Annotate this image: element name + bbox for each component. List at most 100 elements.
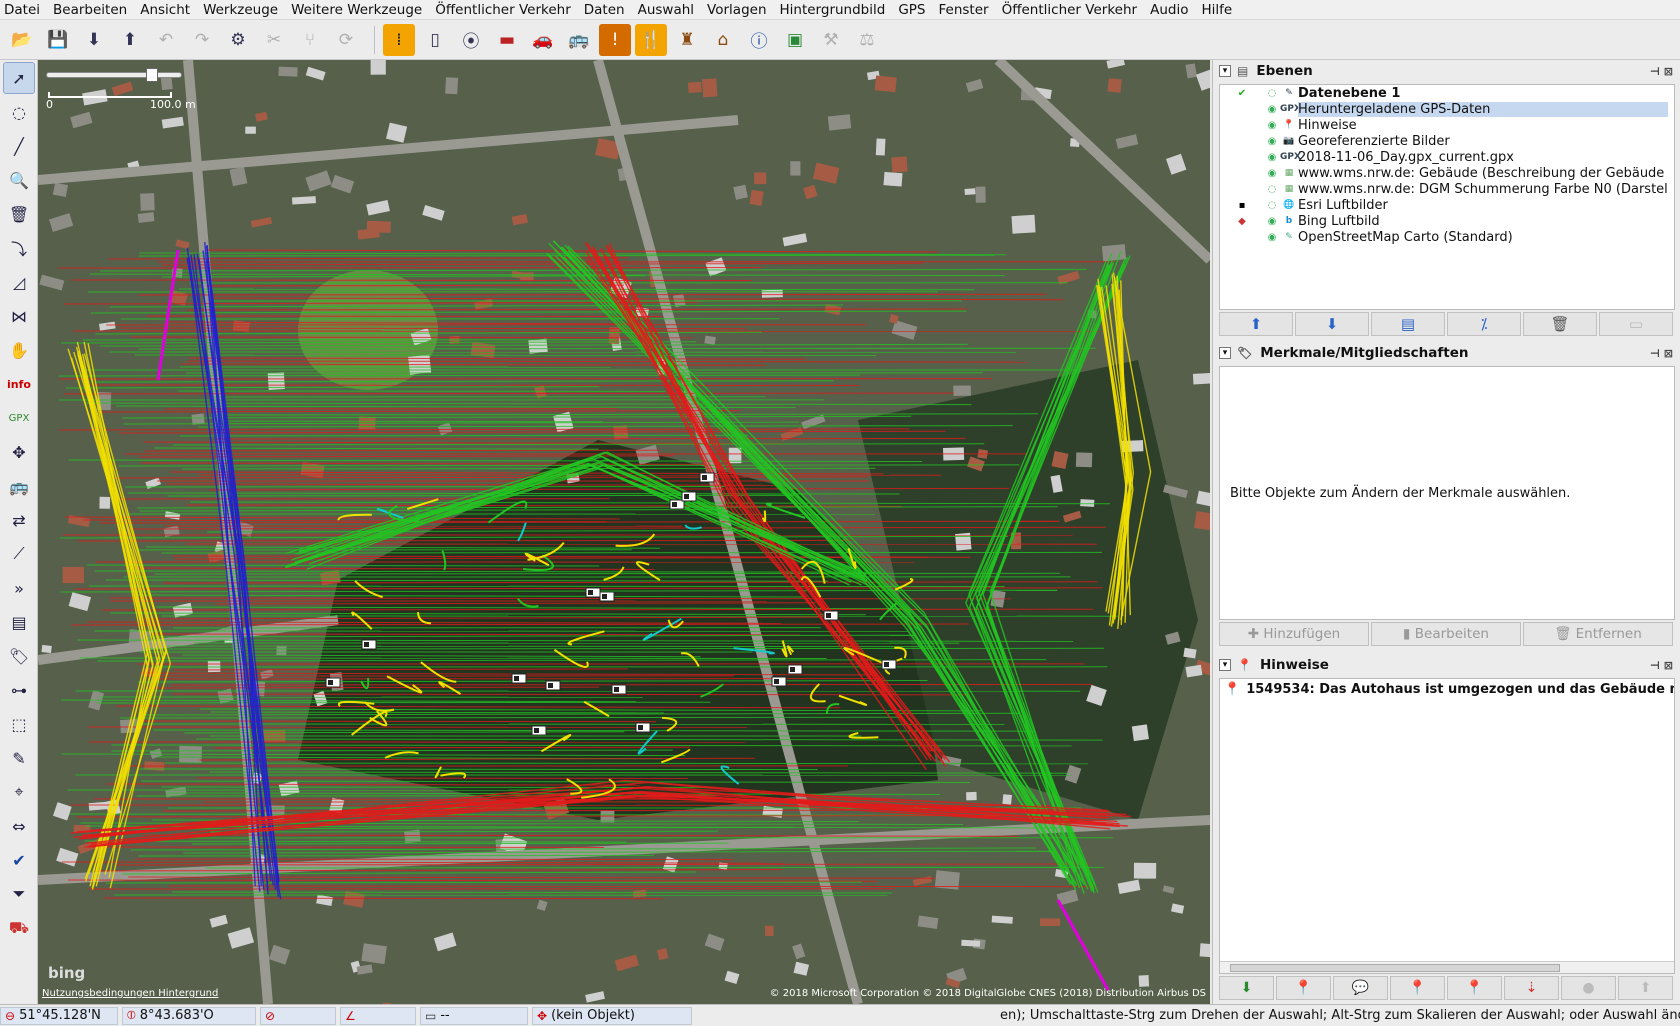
- notes-scrollbar[interactable]: [1220, 961, 1674, 973]
- delete-icon[interactable]: 🗑: [3, 198, 35, 230]
- info-sign-icon[interactable]: ⓘ: [743, 24, 775, 56]
- menu-ansicht[interactable]: Ansicht: [140, 2, 190, 18]
- zoom-icon[interactable]: 🔍: [3, 164, 35, 196]
- admin-icon[interactable]: ⚒: [815, 24, 847, 56]
- layer-row[interactable]: ◆ ◉ b Bing Luftbild: [1220, 213, 1674, 229]
- menu-oeffentlicher-verkehr-2[interactable]: Öffentlicher Verkehr: [1002, 2, 1138, 18]
- edit-tag-button[interactable]: ▮ Bearbeiten: [1371, 622, 1521, 646]
- menu-bearbeiten[interactable]: Bearbeiten: [53, 2, 127, 18]
- preferences-icon[interactable]: ⚙: [222, 24, 254, 56]
- collapse-icon[interactable]: ▾: [1219, 347, 1231, 359]
- undo-icon[interactable]: ↶: [150, 24, 182, 56]
- menu-hilfe[interactable]: Hilfe: [1201, 2, 1232, 18]
- visibility-icon[interactable]: ◌: [1264, 200, 1280, 211]
- conflict-icon[interactable]: ⇔: [3, 810, 35, 842]
- visibility-icon[interactable]: ◉: [1264, 232, 1280, 243]
- zoom-slider[interactable]: [46, 72, 182, 78]
- info-tool-icon[interactable]: info: [3, 368, 35, 400]
- warning-icon[interactable]: !: [599, 23, 631, 56]
- map-replace-icon[interactable]: ▣: [779, 24, 811, 56]
- save-icon[interactable]: 💾: [42, 24, 74, 56]
- dialog-icon[interactable]: ⌖: [3, 776, 35, 808]
- move-up-icon[interactable]: ⬆: [1219, 312, 1293, 336]
- menu-vorlagen[interactable]: Vorlagen: [707, 2, 766, 18]
- panel-controls-icon[interactable]: ⊣ ⊠: [1650, 347, 1673, 360]
- new-note-icon[interactable]: 📍: [1276, 976, 1331, 1000]
- visibility-icon[interactable]: ◉: [1264, 168, 1280, 179]
- split-icon[interactable]: ⤵: [3, 232, 35, 264]
- menu-audio[interactable]: Audio: [1150, 2, 1188, 18]
- validation-icon[interactable]: ✔: [3, 844, 35, 876]
- visibility-icon[interactable]: ◉: [1264, 136, 1280, 147]
- terms-link[interactable]: Nutzungsbedingungen Hintergrund: [42, 988, 218, 999]
- layers-toggle-icon[interactable]: ▤: [3, 606, 35, 638]
- activate-layer-icon[interactable]: ▤: [1371, 312, 1445, 336]
- visibility-icon[interactable]: ◉: [1264, 120, 1280, 131]
- download-icon[interactable]: ⬇: [78, 24, 110, 56]
- layer-row[interactable]: ✔ ◌ ✎ Datenebene 1: [1220, 85, 1674, 101]
- visibility-icon[interactable]: ◉: [1264, 216, 1280, 227]
- open-browser-icon[interactable]: ●: [1561, 976, 1616, 1000]
- reopen-note-icon[interactable]: 📍: [1447, 976, 1502, 1000]
- menu-oeffentlicher-verkehr[interactable]: Öffentlicher Verkehr: [435, 2, 571, 18]
- filter-alt-icon[interactable]: ⛟: [3, 912, 35, 944]
- visibility-icon[interactable]: ◉: [1264, 104, 1280, 115]
- car-icon[interactable]: 🚗: [527, 24, 559, 56]
- more-tools-icon[interactable]: »: [3, 572, 35, 604]
- menu-hintergrundbild[interactable]: Hintergrundbild: [780, 2, 886, 18]
- notes-scroll-thumb[interactable]: [1230, 964, 1560, 972]
- remove-tag-button[interactable]: 🗑 Entfernen: [1523, 622, 1673, 646]
- map-view[interactable]: 0 100.0 m bing Nutzungsbedingungen Hinte…: [38, 60, 1210, 1004]
- menu-auswahl[interactable]: Auswahl: [638, 2, 694, 18]
- history-icon[interactable]: ✎: [3, 742, 35, 774]
- railway-icon[interactable]: ▯: [419, 24, 451, 56]
- filter-icon[interactable]: ⏷: [3, 878, 35, 910]
- traffic-light-icon[interactable]: ⦿: [455, 24, 487, 56]
- steps-icon[interactable]: ⚖: [851, 24, 883, 56]
- gpx-tool-icon[interactable]: GPX: [3, 402, 35, 434]
- industrial-icon[interactable]: ⌂: [707, 24, 739, 56]
- select-icon[interactable]: ➚: [3, 62, 35, 94]
- split-way-icon[interactable]: ⑂: [294, 24, 326, 56]
- note-item[interactable]: 📍 1549534: Das Autohaus ist umgezogen un…: [1220, 679, 1674, 699]
- comment-note-icon[interactable]: 💬: [1333, 976, 1388, 1000]
- visibility-icon[interactable]: ◌: [1264, 88, 1280, 99]
- map-canvas[interactable]: [38, 60, 1210, 1004]
- visibility-icon[interactable]: ◌: [1264, 184, 1280, 195]
- delete-layer-icon[interactable]: 🗑: [1523, 312, 1597, 336]
- refresh-icon[interactable]: ⟳: [330, 24, 362, 56]
- layer-row[interactable]: ◉ GPX 2018-11-06_Day.gpx_current.gpx: [1220, 149, 1674, 165]
- layer-row[interactable]: ◌ ▦ www.wms.nrw.de: DGM Schummerung Farb…: [1220, 181, 1674, 197]
- layer-row[interactable]: ◉ GPX Heruntergeladene GPS-Daten: [1220, 101, 1674, 117]
- layer-row[interactable]: ◉ ✎ OpenStreetMap Carto (Standard): [1220, 229, 1674, 245]
- move-down-icon[interactable]: ⬇: [1295, 312, 1369, 336]
- improve-way-icon[interactable]: ✋: [3, 334, 35, 366]
- layer-row[interactable]: ◉ 📍 Hinweise: [1220, 117, 1674, 133]
- merge-layer-icon[interactable]: ▭: [1599, 312, 1673, 336]
- bus-tool-icon[interactable]: 🚌: [3, 470, 35, 502]
- visibility-icon[interactable]: ◉: [1264, 152, 1280, 163]
- layer-row[interactable]: ◉ 📷 Georeferenzierte Bilder: [1220, 133, 1674, 149]
- castle-icon[interactable]: ♜: [671, 24, 703, 56]
- panel-controls-icon[interactable]: ⊣ ⊠: [1650, 659, 1673, 672]
- add-tag-button[interactable]: ✚ Hinzufügen: [1219, 622, 1369, 646]
- move-icon[interactable]: ✥: [3, 436, 35, 468]
- layer-row[interactable]: ◉ ▦ www.wms.nrw.de: Gebäude (Beschreibun…: [1220, 165, 1674, 181]
- lasso-icon[interactable]: ◌: [3, 96, 35, 128]
- collapse-icon[interactable]: ▾: [1219, 659, 1231, 671]
- join-icon[interactable]: ⋈: [3, 300, 35, 332]
- panel-controls-icon[interactable]: ⊣ ⊠: [1650, 65, 1673, 78]
- collapse-icon[interactable]: ▾: [1219, 65, 1231, 77]
- menu-weitere-werkzeuge[interactable]: Weitere Werkzeuge: [291, 2, 422, 18]
- upload-notes-icon[interactable]: ⬆: [1618, 976, 1673, 1000]
- open-icon[interactable]: 📂: [6, 24, 38, 56]
- menu-daten[interactable]: Daten: [584, 2, 625, 18]
- elevation-icon[interactable]: ⟋: [3, 538, 35, 570]
- barrier-icon[interactable]: ▬: [491, 24, 523, 56]
- close-note-icon[interactable]: 📍: [1390, 976, 1445, 1000]
- selection-list-icon[interactable]: ⬚: [3, 708, 35, 740]
- redo-icon[interactable]: ↷: [186, 24, 218, 56]
- menu-fenster[interactable]: Fenster: [938, 2, 988, 18]
- bus-icon[interactable]: 🚌: [563, 24, 595, 56]
- show-hide-icon[interactable]: ⁒: [1447, 312, 1521, 336]
